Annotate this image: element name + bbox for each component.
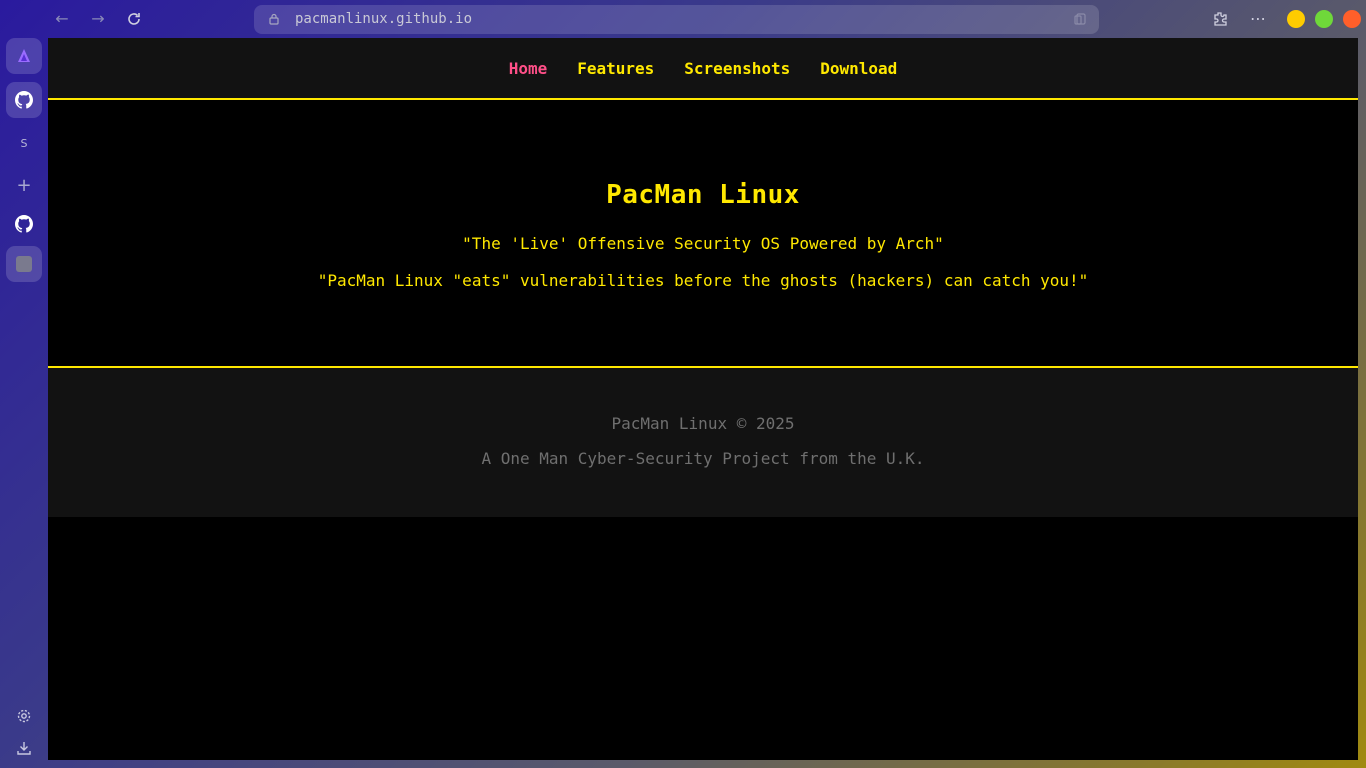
web-page: Home Features Screenshots Download PacMa… <box>48 38 1358 760</box>
lock-icon <box>269 13 279 25</box>
address-bar[interactable]: pacmanlinux.github.io <box>254 5 1099 34</box>
footer-copyright: PacMan Linux © 2025 <box>611 414 795 433</box>
copy-link-icon[interactable] <box>1073 12 1087 26</box>
site-navigation: Home Features Screenshots Download <box>48 38 1358 100</box>
plus-icon: + <box>16 174 32 196</box>
sidebar-item-github[interactable] <box>6 82 42 118</box>
close-button[interactable] <box>1343 10 1361 28</box>
back-icon[interactable]: ← <box>52 9 72 29</box>
tab-thumbnail-icon <box>16 256 32 272</box>
nav-link-features[interactable]: Features <box>577 59 654 78</box>
nav-link-home[interactable]: Home <box>509 59 548 78</box>
more-menu-icon[interactable]: ⋯ <box>1248 9 1268 29</box>
arc-logo-icon <box>18 49 30 62</box>
url-text[interactable]: pacmanlinux.github.io <box>295 11 472 27</box>
browser-sidebar: S + <box>0 38 48 768</box>
footer-subtitle: A One Man Cyber-Security Project from th… <box>481 449 925 468</box>
sidebar-add-button[interactable]: + <box>6 167 42 203</box>
minimize-button[interactable] <box>1287 10 1305 28</box>
hero-subtagline: "PacMan Linux "eats" vulnerabilities bef… <box>317 271 1089 290</box>
hero-tagline: "The 'Live' Offensive Security OS Powere… <box>462 234 944 253</box>
sidebar-settings-button[interactable] <box>6 698 42 734</box>
sidebar-item-tab[interactable] <box>6 246 42 282</box>
maximize-button[interactable] <box>1315 10 1333 28</box>
gear-icon <box>17 709 31 723</box>
sidebar-letter-label: S <box>20 136 28 150</box>
sidebar-downloads-button[interactable] <box>6 730 42 766</box>
hero-title: PacMan Linux <box>606 180 800 210</box>
sidebar-item-s[interactable]: S <box>6 125 42 161</box>
github-icon <box>15 215 33 233</box>
sidebar-item-github-2[interactable] <box>6 206 42 242</box>
nav-link-download[interactable]: Download <box>820 59 897 78</box>
sidebar-app-icon[interactable] <box>6 38 42 74</box>
download-icon <box>17 742 31 755</box>
nav-link-screenshots[interactable]: Screenshots <box>684 59 790 78</box>
forward-icon[interactable]: → <box>88 9 108 29</box>
extensions-icon[interactable] <box>1210 9 1230 29</box>
browser-toolbar: ← → pacmanlinux.github.io ⋯ <box>0 0 1366 38</box>
reload-icon[interactable] <box>124 9 144 29</box>
hero-section: PacMan Linux "The 'Live' Offensive Secur… <box>48 100 1358 366</box>
github-icon <box>15 91 33 109</box>
site-footer: PacMan Linux © 2025 A One Man Cyber-Secu… <box>48 366 1358 517</box>
